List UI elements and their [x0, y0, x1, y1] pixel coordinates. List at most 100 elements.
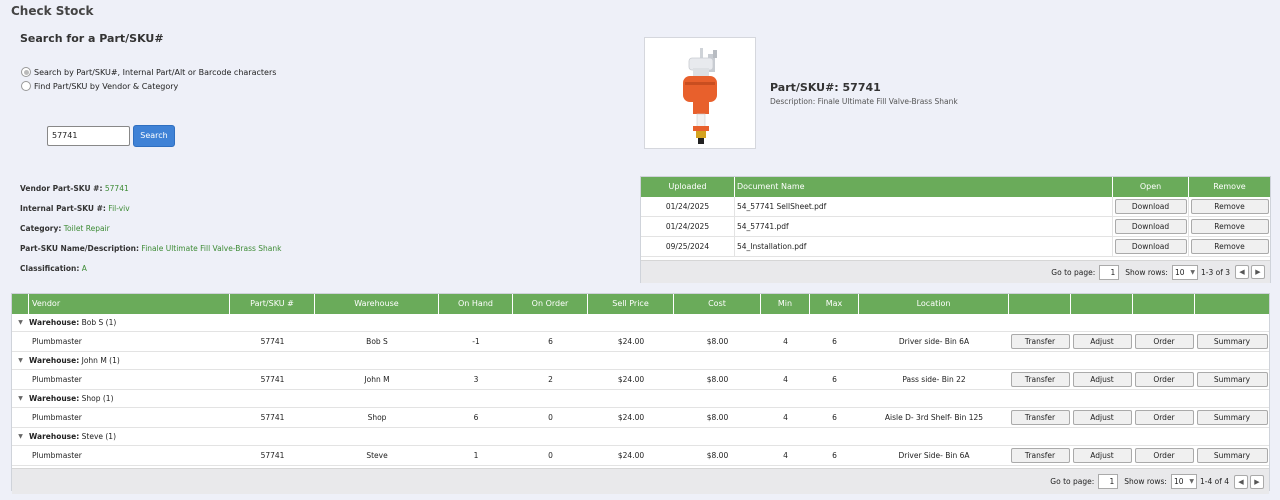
col-action: [1009, 294, 1071, 314]
show-rows-label: Show rows:: [1125, 267, 1168, 277]
search-input[interactable]: 57741: [47, 126, 130, 146]
order-button[interactable]: Order: [1134, 448, 1194, 463]
collapse-caret-icon[interactable]: ▼: [12, 319, 29, 326]
col-remove[interactable]: Remove: [1189, 177, 1270, 197]
cell-min: 4: [783, 451, 788, 460]
transfer-button[interactable]: Transfer: [1010, 448, 1070, 463]
cell-max: 6: [832, 375, 837, 384]
rows-per-page-select[interactable]: 10 ▼: [1171, 264, 1198, 280]
search-option-sku[interactable]: Search by Part/SKU#, Internal Part/Alt o…: [21, 67, 276, 77]
transfer-button[interactable]: Transfer: [1010, 372, 1070, 387]
page-title: Check Stock: [11, 4, 94, 18]
next-page-button[interactable]: ▶: [1251, 265, 1265, 279]
search-button[interactable]: Search: [133, 125, 175, 147]
cell-warehouse: Steve: [366, 451, 388, 460]
detail-value: Fil-viv: [108, 204, 130, 213]
stock-pager: Go to page: 1 Show rows: 10 ▼ 1-4 of 4 ◀ …: [12, 468, 1269, 494]
stock-row: Plumbmaster 57741 Steve 1 0 $24.00 $8.00…: [12, 446, 1269, 466]
download-button[interactable]: Download: [1114, 239, 1187, 254]
prev-page-button[interactable]: ◀: [1235, 265, 1249, 279]
product-image: [644, 37, 756, 149]
order-button[interactable]: Order: [1134, 372, 1194, 387]
col-on-order[interactable]: On Order: [513, 294, 588, 314]
remove-button[interactable]: Remove: [1190, 199, 1269, 214]
transfer-button[interactable]: Transfer: [1010, 334, 1070, 349]
document-uploaded: 01/24/2025: [641, 197, 735, 216]
product-description: Description: Finale Ultimate Fill Valve-…: [770, 97, 958, 106]
cell-warehouse: Shop: [367, 413, 387, 422]
page-number-input[interactable]: 1: [1098, 474, 1119, 489]
cell-on-order: 2: [548, 375, 553, 384]
chevron-down-icon: ▼: [1190, 268, 1195, 276]
adjust-button[interactable]: Adjust: [1072, 410, 1132, 425]
order-button[interactable]: Order: [1134, 410, 1194, 425]
prev-page-button[interactable]: ◀: [1234, 474, 1248, 489]
detail-classification: Classification: A: [20, 264, 87, 273]
detail-value: 57741: [104, 184, 129, 193]
col-vendor[interactable]: Vendor: [29, 294, 230, 314]
col-expander: [12, 294, 29, 314]
page-range: 1-3 of 3: [1200, 267, 1230, 277]
cell-sell-price: $24.00: [617, 451, 645, 460]
col-sell-price[interactable]: Sell Price: [588, 294, 674, 314]
cell-min: 4: [783, 375, 788, 384]
cell-sku: 57741: [260, 337, 285, 346]
cell-cost: $8.00: [706, 413, 729, 422]
radio-icon[interactable]: [21, 67, 31, 77]
col-cost[interactable]: Cost: [674, 294, 761, 314]
collapse-caret-icon[interactable]: ▼: [12, 357, 29, 364]
document-name: 54_Installation.pdf: [735, 237, 1113, 256]
col-action: [1133, 294, 1195, 314]
remove-button[interactable]: Remove: [1190, 219, 1269, 234]
adjust-button[interactable]: Adjust: [1072, 372, 1132, 387]
cell-max: 6: [832, 337, 837, 346]
summary-button[interactable]: Summary: [1196, 334, 1268, 349]
download-button[interactable]: Download: [1114, 219, 1187, 234]
col-on-hand[interactable]: On Hand: [439, 294, 513, 314]
col-min[interactable]: Min: [761, 294, 810, 314]
cell-max: 6: [832, 451, 837, 460]
detail-internal-sku: Internal Part-SKU #: Fil-viv: [20, 204, 130, 213]
group-label: Warehouse:: [29, 318, 80, 327]
summary-button[interactable]: Summary: [1196, 372, 1268, 387]
warehouse-group-row[interactable]: ▼ Warehouse: Steve (1): [12, 428, 1269, 446]
col-document-name[interactable]: Document Name: [735, 177, 1113, 197]
detail-category: Category: Toilet Repair: [20, 224, 110, 233]
summary-button[interactable]: Summary: [1196, 410, 1268, 425]
order-button[interactable]: Order: [1134, 334, 1194, 349]
download-button[interactable]: Download: [1114, 199, 1187, 214]
col-sku[interactable]: Part/SKU #: [230, 294, 315, 314]
cell-on-order: 6: [548, 337, 553, 346]
col-warehouse[interactable]: Warehouse: [315, 294, 439, 314]
warehouse-group-row[interactable]: ▼ Warehouse: Bob S (1): [12, 314, 1269, 332]
collapse-caret-icon[interactable]: ▼: [12, 433, 29, 440]
adjust-button[interactable]: Adjust: [1072, 448, 1132, 463]
search-option-vendor[interactable]: Find Part/SKU by Vendor & Category: [21, 81, 178, 91]
warehouse-group-row[interactable]: ▼ Warehouse: John M (1): [12, 352, 1269, 370]
document-name: 54_57741.pdf: [735, 217, 1113, 236]
cell-min: 4: [783, 413, 788, 422]
col-max[interactable]: Max: [810, 294, 859, 314]
cell-min: 4: [783, 337, 788, 346]
next-page-button[interactable]: ▶: [1250, 474, 1264, 489]
page-number-input[interactable]: 1: [1099, 264, 1120, 280]
rows-per-page-select[interactable]: 10 ▼: [1170, 474, 1197, 489]
warehouse-group-row[interactable]: ▼ Warehouse: Shop (1): [12, 390, 1269, 408]
summary-button[interactable]: Summary: [1196, 448, 1268, 463]
adjust-button[interactable]: Adjust: [1072, 334, 1132, 349]
collapse-caret-icon[interactable]: ▼: [12, 395, 29, 402]
show-rows-label: Show rows:: [1124, 477, 1167, 486]
stock-header: Vendor Part/SKU # Warehouse On Hand On O…: [12, 294, 1269, 314]
cell-on-hand: -1: [472, 337, 480, 346]
col-uploaded[interactable]: Uploaded: [641, 177, 735, 197]
col-location[interactable]: Location: [859, 294, 1009, 314]
radio-icon[interactable]: [21, 81, 31, 91]
goto-page-label: Go to page:: [1050, 477, 1095, 486]
transfer-button[interactable]: Transfer: [1010, 410, 1070, 425]
col-open[interactable]: Open: [1113, 177, 1189, 197]
remove-button[interactable]: Remove: [1190, 239, 1269, 254]
group-warehouse: Steve (1): [81, 432, 117, 441]
documents-pager: Go to page: 1 Show rows: 10 ▼ 1-3 of 3 ◀ …: [641, 260, 1270, 283]
documents-header: Uploaded Document Name Open Remove: [641, 177, 1270, 197]
cell-cost: $8.00: [706, 337, 729, 346]
